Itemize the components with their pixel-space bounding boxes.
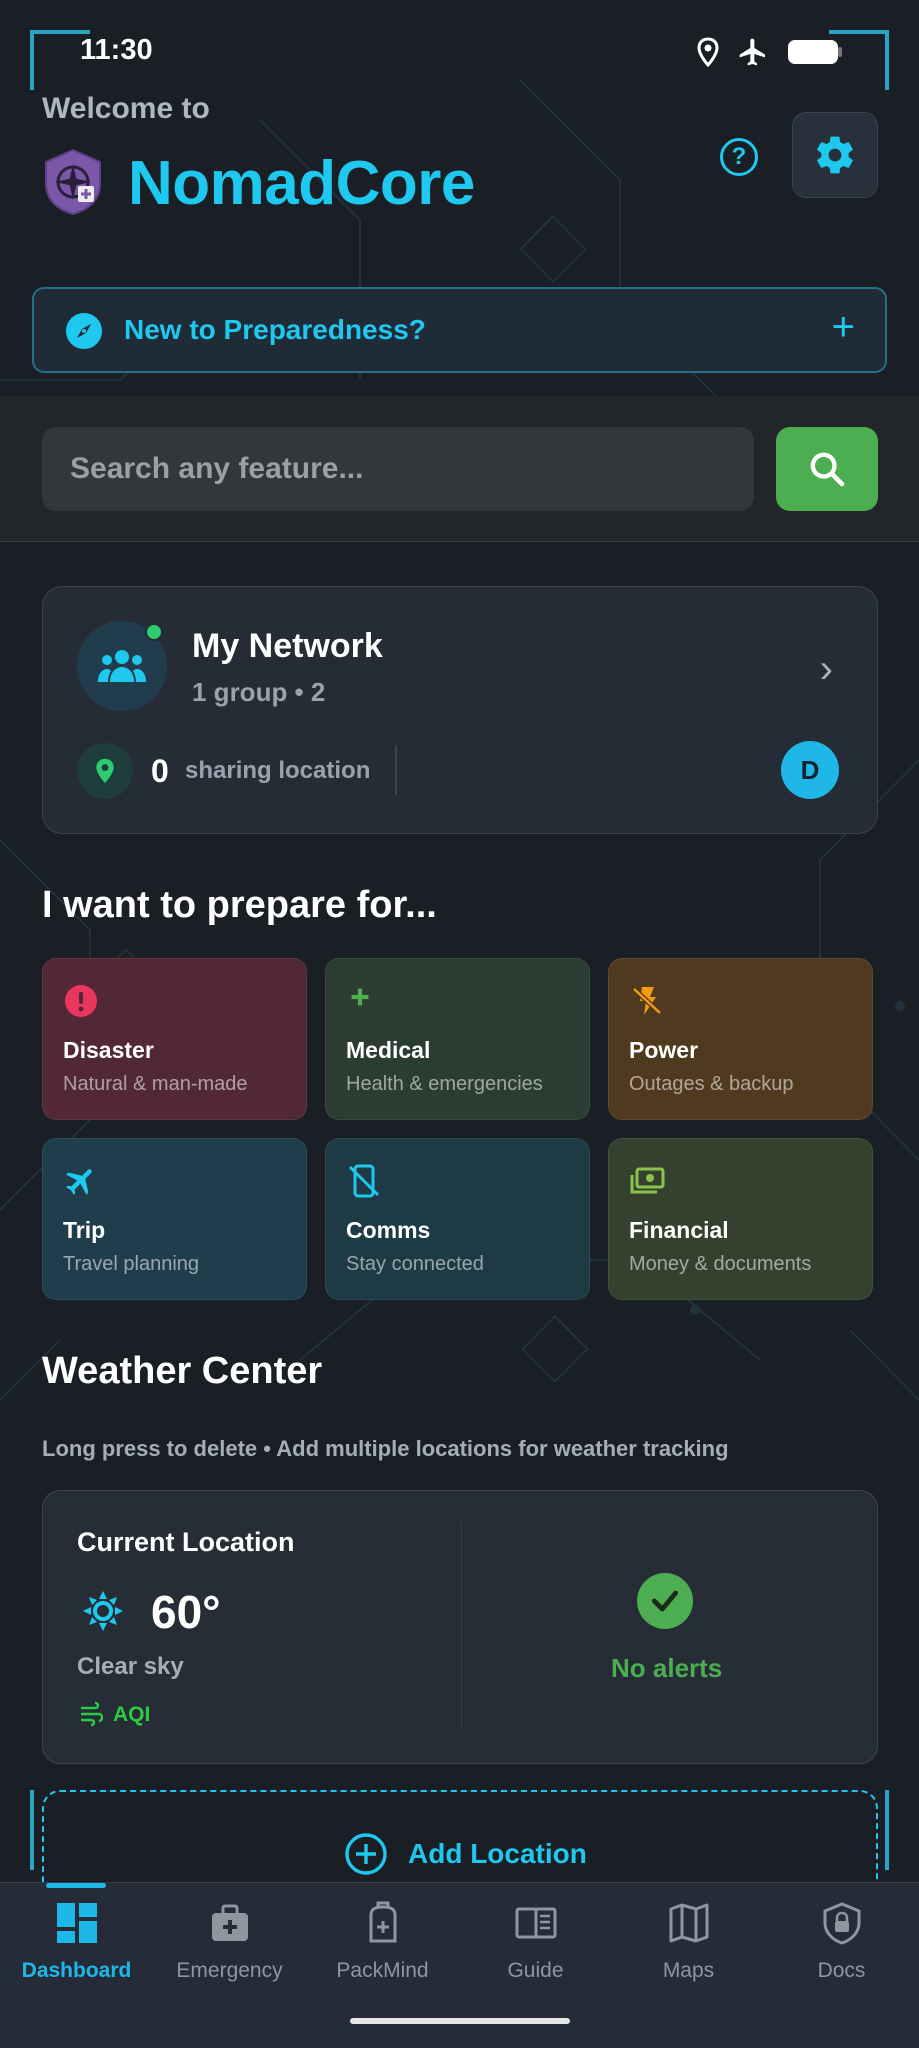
welcome-text: Welcome to	[42, 92, 210, 125]
tile-subtitle: Natural & man-made	[63, 1073, 248, 1095]
tile-medical[interactable]: Medical Health & emergencies	[325, 958, 590, 1120]
help-button[interactable]: ?	[720, 138, 758, 176]
weather-divider	[461, 1521, 462, 1731]
add-location-content: Add Location	[344, 1832, 587, 1876]
network-subtitle: 1 group • 2	[192, 677, 326, 707]
nav-label: Emergency	[176, 1959, 283, 1982]
gear-icon	[817, 136, 853, 174]
sharing-count: 0	[151, 753, 169, 789]
member-avatar[interactable]: D	[781, 741, 839, 799]
tile-disaster[interactable]: Disaster Natural & man-made	[42, 958, 307, 1120]
power-off-icon	[632, 987, 662, 1015]
tile-subtitle: Outages & backup	[629, 1073, 794, 1095]
phone-off-icon	[348, 1164, 380, 1198]
tile-financial[interactable]: Financial Money & documents	[608, 1138, 873, 1300]
tile-subtitle: Stay connected	[346, 1253, 484, 1275]
add-circle-icon	[345, 1833, 387, 1875]
sun-icon	[83, 1591, 123, 1631]
tile-title: Financial	[629, 1217, 729, 1243]
chevron-right-icon[interactable]: ›	[820, 647, 833, 692]
check-icon	[637, 1573, 693, 1629]
pin-icon	[96, 758, 114, 784]
nav-maps[interactable]: Maps	[612, 1901, 765, 1983]
tile-trip[interactable]: Trip Travel planning	[42, 1138, 307, 1300]
alert-icon	[65, 985, 97, 1017]
tile-subtitle: Health & emergencies	[346, 1073, 543, 1095]
weather-title: Weather Center	[42, 1350, 323, 1392]
status-icons	[697, 36, 843, 68]
app-title: NomadCore	[128, 149, 475, 218]
tile-subtitle: Travel planning	[63, 1253, 200, 1275]
lock-shield-icon	[823, 1902, 860, 1945]
search-button[interactable]	[776, 427, 878, 511]
weather-location: Current Location	[77, 1527, 295, 1557]
search-icon	[810, 452, 845, 487]
airplane-icon	[66, 1169, 92, 1195]
nav-label: Docs	[817, 1959, 866, 1982]
compass-icon	[66, 313, 102, 349]
medical-plus-icon	[351, 988, 369, 1006]
prepare-title: I want to prepare for...	[42, 884, 437, 926]
nav-guide[interactable]: Guide	[459, 1901, 612, 1983]
weather-condition: Clear sky	[77, 1653, 184, 1680]
sharing-label: sharing location	[185, 757, 371, 784]
banner-expand-icon[interactable]: +	[832, 305, 855, 350]
dashboard-icon	[56, 1903, 97, 1943]
network-divider	[395, 745, 397, 795]
weather-temperature: 60°	[151, 1586, 221, 1638]
aqi-icon	[81, 1701, 103, 1727]
money-icon	[630, 1167, 665, 1194]
nav-label: Guide	[507, 1959, 564, 1982]
settings-button[interactable]	[792, 112, 878, 198]
nav-label: Maps	[662, 1959, 715, 1982]
network-card[interactable]: My Network 1 group • 2 › 0 sharing locat…	[42, 586, 878, 834]
group-icon	[98, 650, 146, 682]
weather-alerts: No alerts	[611, 1653, 723, 1683]
preparedness-banner[interactable]: New to Preparedness? +	[32, 287, 887, 373]
nav-active-indicator	[46, 1883, 106, 1888]
status-time: 11:30	[80, 34, 153, 66]
tile-title: Trip	[63, 1217, 106, 1243]
backpack-icon	[369, 1901, 396, 1943]
nav-dashboard[interactable]: Dashboard	[0, 1901, 153, 1983]
tile-title: Comms	[346, 1217, 431, 1243]
map-icon	[669, 1903, 708, 1943]
battery-icon	[788, 40, 842, 64]
tile-title: Power	[629, 1037, 699, 1063]
tile-power[interactable]: Power Outages & backup	[608, 958, 873, 1120]
tile-title: Medical	[346, 1037, 431, 1063]
medkit-icon	[211, 1904, 248, 1941]
tile-title: Disaster	[63, 1037, 154, 1063]
nomadcore-logo	[45, 148, 101, 216]
nav-docs[interactable]: Docs	[765, 1901, 918, 1983]
location-icon	[697, 37, 719, 67]
add-location-label: Add Location	[408, 1838, 587, 1869]
banner-label: New to Preparedness?	[124, 314, 426, 345]
home-indicator[interactable]	[350, 2018, 570, 2024]
tile-comms[interactable]: Comms Stay connected	[325, 1138, 590, 1300]
location-share-badge	[77, 743, 133, 799]
airplane-icon	[739, 38, 765, 66]
tile-subtitle: Money & documents	[629, 1253, 812, 1275]
nav-packmind[interactable]: PackMind	[306, 1901, 459, 1983]
book-icon	[515, 1907, 556, 1939]
online-indicator	[145, 623, 163, 641]
network-title: My Network	[192, 627, 383, 665]
aqi-label: AQI	[113, 1703, 151, 1726]
nav-label: Dashboard	[21, 1959, 132, 1982]
weather-card-current[interactable]: Current Location 60° Clear sky AQI No al…	[42, 1490, 878, 1764]
nav-emergency[interactable]: Emergency	[153, 1901, 306, 1983]
search-input[interactable]	[42, 427, 754, 511]
nav-label: PackMind	[336, 1959, 429, 1982]
weather-hint: Long press to delete • Add multiple loca…	[42, 1436, 729, 1461]
